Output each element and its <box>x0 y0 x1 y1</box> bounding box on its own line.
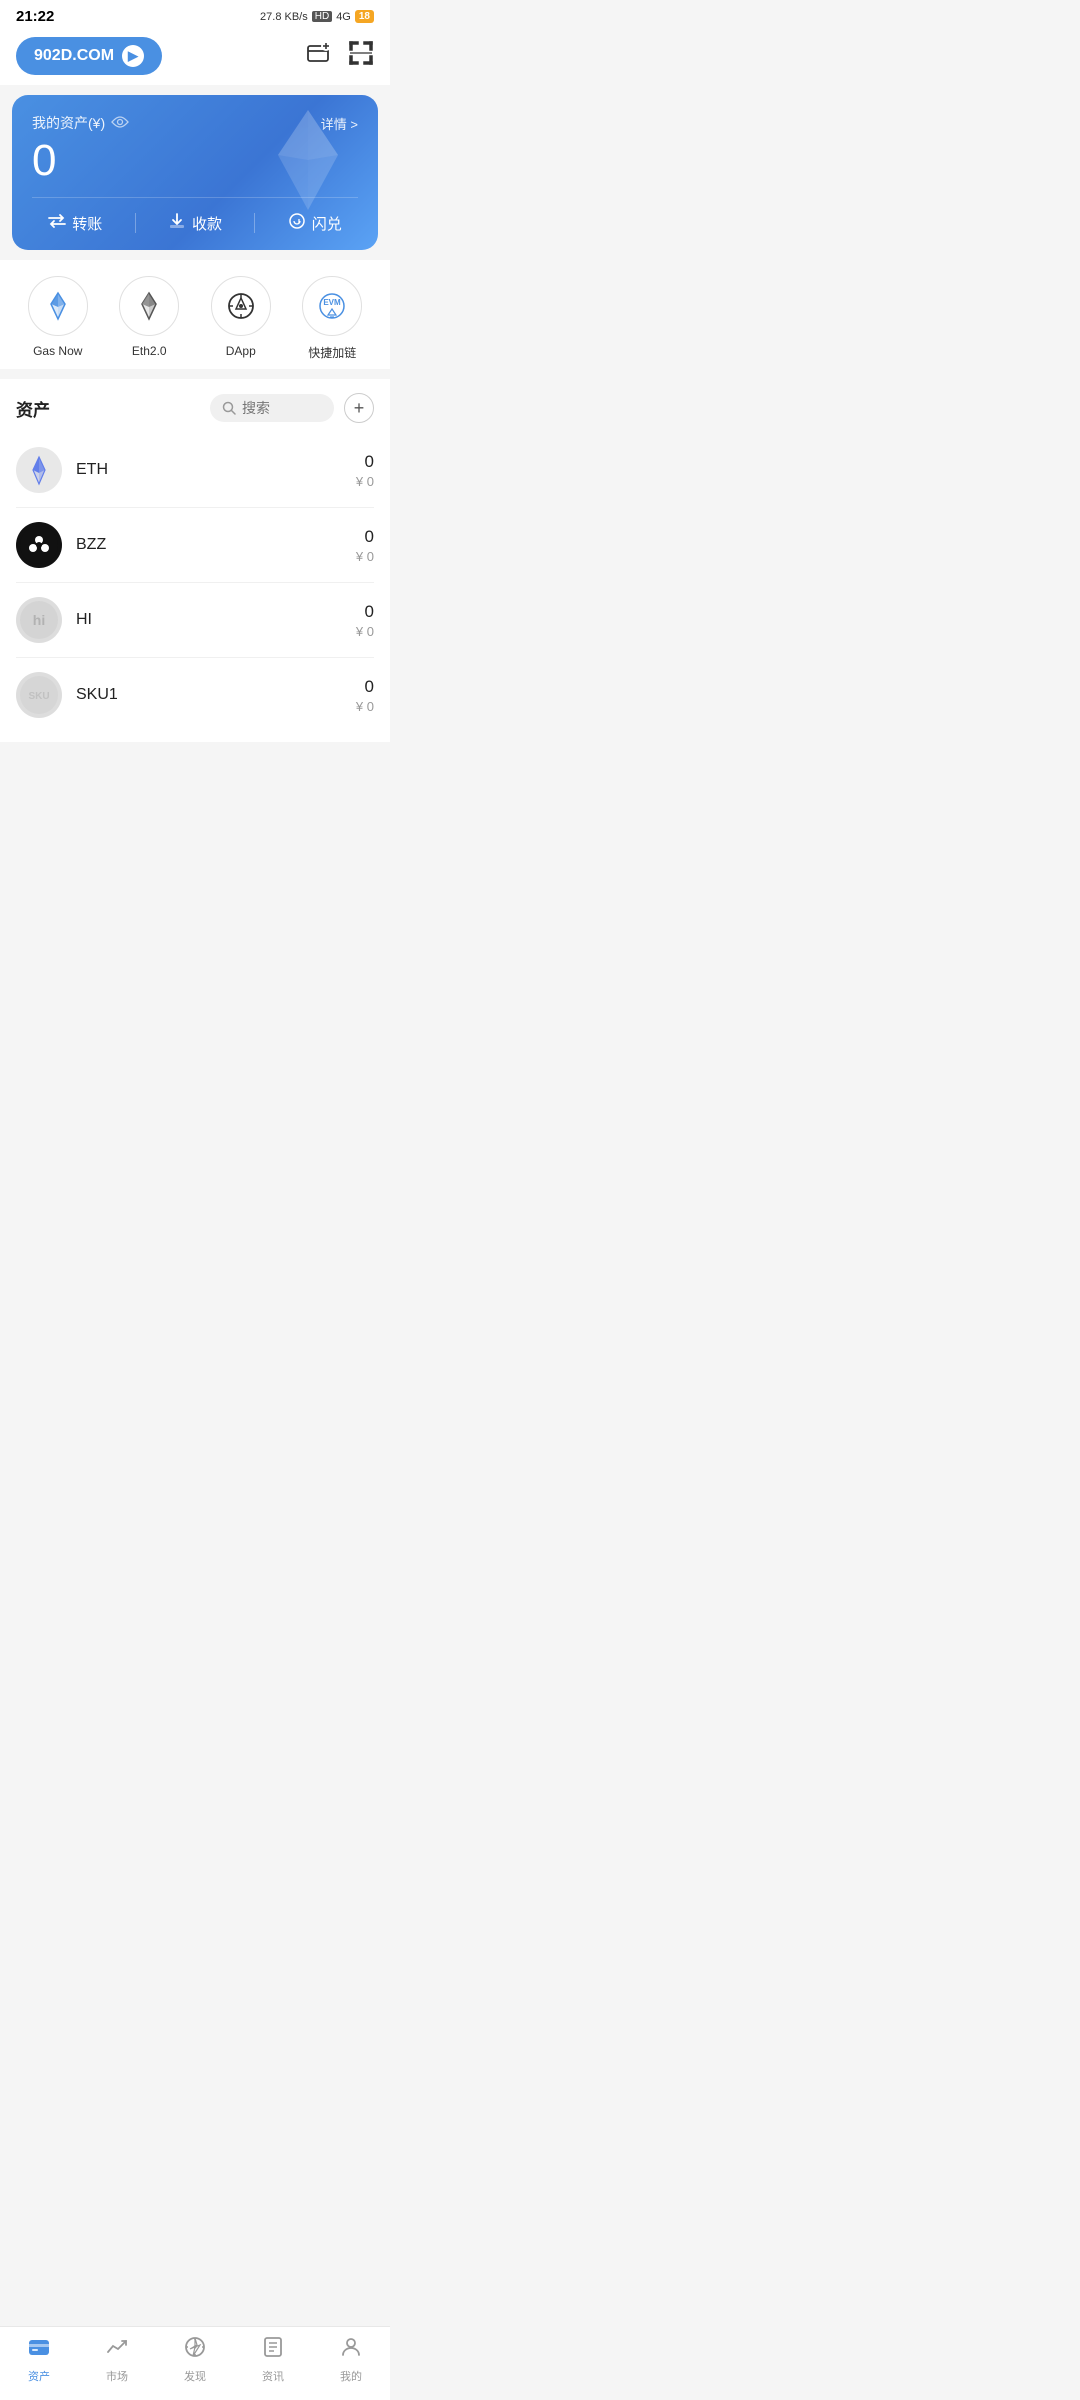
asset-label: 我的资产(¥) <box>32 113 129 133</box>
search-icon <box>222 401 236 415</box>
quick-item-dapp[interactable]: DApp <box>211 276 271 361</box>
asset-item-hi[interactable]: hi HI 0 ¥ 0 <box>16 583 374 658</box>
quick-access-section: Gas Now Eth2.0 D <box>0 260 390 369</box>
hi-balance: 0 <box>356 602 374 622</box>
eye-icon[interactable] <box>111 115 129 131</box>
status-time: 21:22 <box>16 8 54 25</box>
quick-item-eth2[interactable]: Eth2.0 <box>119 276 179 361</box>
bottom-navigation: 资产 市场 发现 <box>0 2326 390 2400</box>
mine-nav-label: 我的 <box>340 2368 362 2384</box>
header-action-icons <box>306 40 374 72</box>
discover-nav-icon <box>183 2335 207 2365</box>
assets-nav-label: 资产 <box>28 2368 50 2384</box>
gas-now-icon-circle <box>28 276 88 336</box>
eth-logo <box>16 447 62 493</box>
asset-left-sku1: SKU SKU1 <box>16 672 118 718</box>
asset-left-eth: ETH <box>16 447 108 493</box>
eth-value: ¥ 0 <box>356 474 374 489</box>
evm-label: 快捷加链 <box>308 344 356 361</box>
speed-indicator: 27.8 KB/s <box>260 11 308 23</box>
bzz-name: BZZ <box>76 536 106 554</box>
svg-text:EVM: EVM <box>324 298 342 307</box>
sku1-balance: 0 <box>356 677 374 697</box>
market-nav-label: 市场 <box>106 2368 128 2384</box>
mine-nav-icon <box>339 2335 363 2365</box>
eth2-label: Eth2.0 <box>132 344 167 358</box>
asset-right-hi: 0 ¥ 0 <box>356 602 374 639</box>
gas-now-label: Gas Now <box>33 344 82 358</box>
market-nav-icon <box>105 2335 129 2365</box>
asset-right-eth: 0 ¥ 0 <box>356 452 374 489</box>
assets-header: 资产 + <box>16 379 374 433</box>
asset-right-bzz: 0 ¥ 0 <box>356 527 374 564</box>
transfer-label: 转账 <box>72 213 102 234</box>
assets-section: 资产 + <box>0 379 390 742</box>
assets-nav-icon <box>27 2335 51 2365</box>
eth-name: ETH <box>76 461 108 479</box>
asset-left-bzz: BZZ <box>16 522 106 568</box>
nav-item-mine[interactable]: 我的 <box>321 2335 381 2384</box>
divider-1 <box>135 213 136 233</box>
asset-item-sku1[interactable]: SKU SKU1 0 ¥ 0 <box>16 658 374 732</box>
sku1-name: SKU1 <box>76 686 118 704</box>
asset-list: ETH 0 ¥ 0 BZZ <box>16 433 374 742</box>
nav-item-assets[interactable]: 资产 <box>9 2335 69 2384</box>
svg-text:SKU: SKU <box>28 691 49 702</box>
logo-arrow-icon: ▶ <box>122 45 144 67</box>
bzz-value: ¥ 0 <box>356 549 374 564</box>
hd-badge: HD <box>312 11 332 22</box>
receive-icon <box>168 212 186 234</box>
search-box[interactable] <box>210 394 334 422</box>
dapp-icon-circle <box>211 276 271 336</box>
bzz-logo <box>16 522 62 568</box>
quick-item-evm[interactable]: EVM 快捷加链 <box>302 276 362 361</box>
dapp-label: DApp <box>226 344 256 358</box>
asset-item-eth[interactable]: ETH 0 ¥ 0 <box>16 433 374 508</box>
nav-item-news[interactable]: 资讯 <box>243 2335 303 2384</box>
discover-nav-label: 发现 <box>184 2368 206 2384</box>
news-nav-label: 资讯 <box>262 2368 284 2384</box>
bottom-spacer <box>0 742 390 822</box>
assets-title: 资产 <box>16 396 50 421</box>
divider-2 <box>254 213 255 233</box>
news-nav-icon <box>261 2335 285 2365</box>
status-bar: 21:22 27.8 KB/s HD 4G 18 <box>0 0 390 29</box>
status-icons: 27.8 KB/s HD 4G 18 <box>260 10 374 23</box>
hi-name: HI <box>76 611 92 629</box>
nav-item-market[interactable]: 市场 <box>87 2335 147 2384</box>
scan-icon[interactable] <box>348 40 374 72</box>
transfer-icon <box>48 212 66 234</box>
hi-logo: hi <box>16 597 62 643</box>
logo-button[interactable]: 902D.COM ▶ <box>16 37 162 75</box>
nav-item-discover[interactable]: 发现 <box>165 2335 225 2384</box>
asset-right-sku1: 0 ¥ 0 <box>356 677 374 714</box>
hi-value: ¥ 0 <box>356 624 374 639</box>
network-indicator: 4G <box>336 11 351 23</box>
receive-label: 收款 <box>192 213 222 234</box>
add-asset-button[interactable]: + <box>344 393 374 423</box>
asset-item-bzz[interactable]: BZZ 0 ¥ 0 <box>16 508 374 583</box>
bzz-balance: 0 <box>356 527 374 547</box>
evm-icon-circle: EVM <box>302 276 362 336</box>
quick-item-gas-now[interactable]: Gas Now <box>28 276 88 361</box>
sku1-logo: SKU <box>16 672 62 718</box>
transfer-button[interactable]: 转账 <box>48 212 102 234</box>
eth-balance: 0 <box>356 452 374 472</box>
assets-search-row: + <box>210 393 374 423</box>
asset-left-hi: hi HI <box>16 597 92 643</box>
svg-text:hi: hi <box>33 612 45 628</box>
battery-indicator: 18 <box>355 10 374 23</box>
app-header: 902D.COM ▶ <box>0 29 390 85</box>
eth2-icon-circle <box>119 276 179 336</box>
receive-button[interactable]: 收款 <box>168 212 222 234</box>
logo-text: 902D.COM <box>34 47 114 65</box>
sku1-value: ¥ 0 <box>356 699 374 714</box>
asset-card: 我的资产(¥) 详情 > 0 <box>12 95 378 250</box>
eth-diamond-watermark <box>258 105 358 220</box>
search-input[interactable] <box>242 400 322 416</box>
add-wallet-icon[interactable] <box>306 40 332 72</box>
